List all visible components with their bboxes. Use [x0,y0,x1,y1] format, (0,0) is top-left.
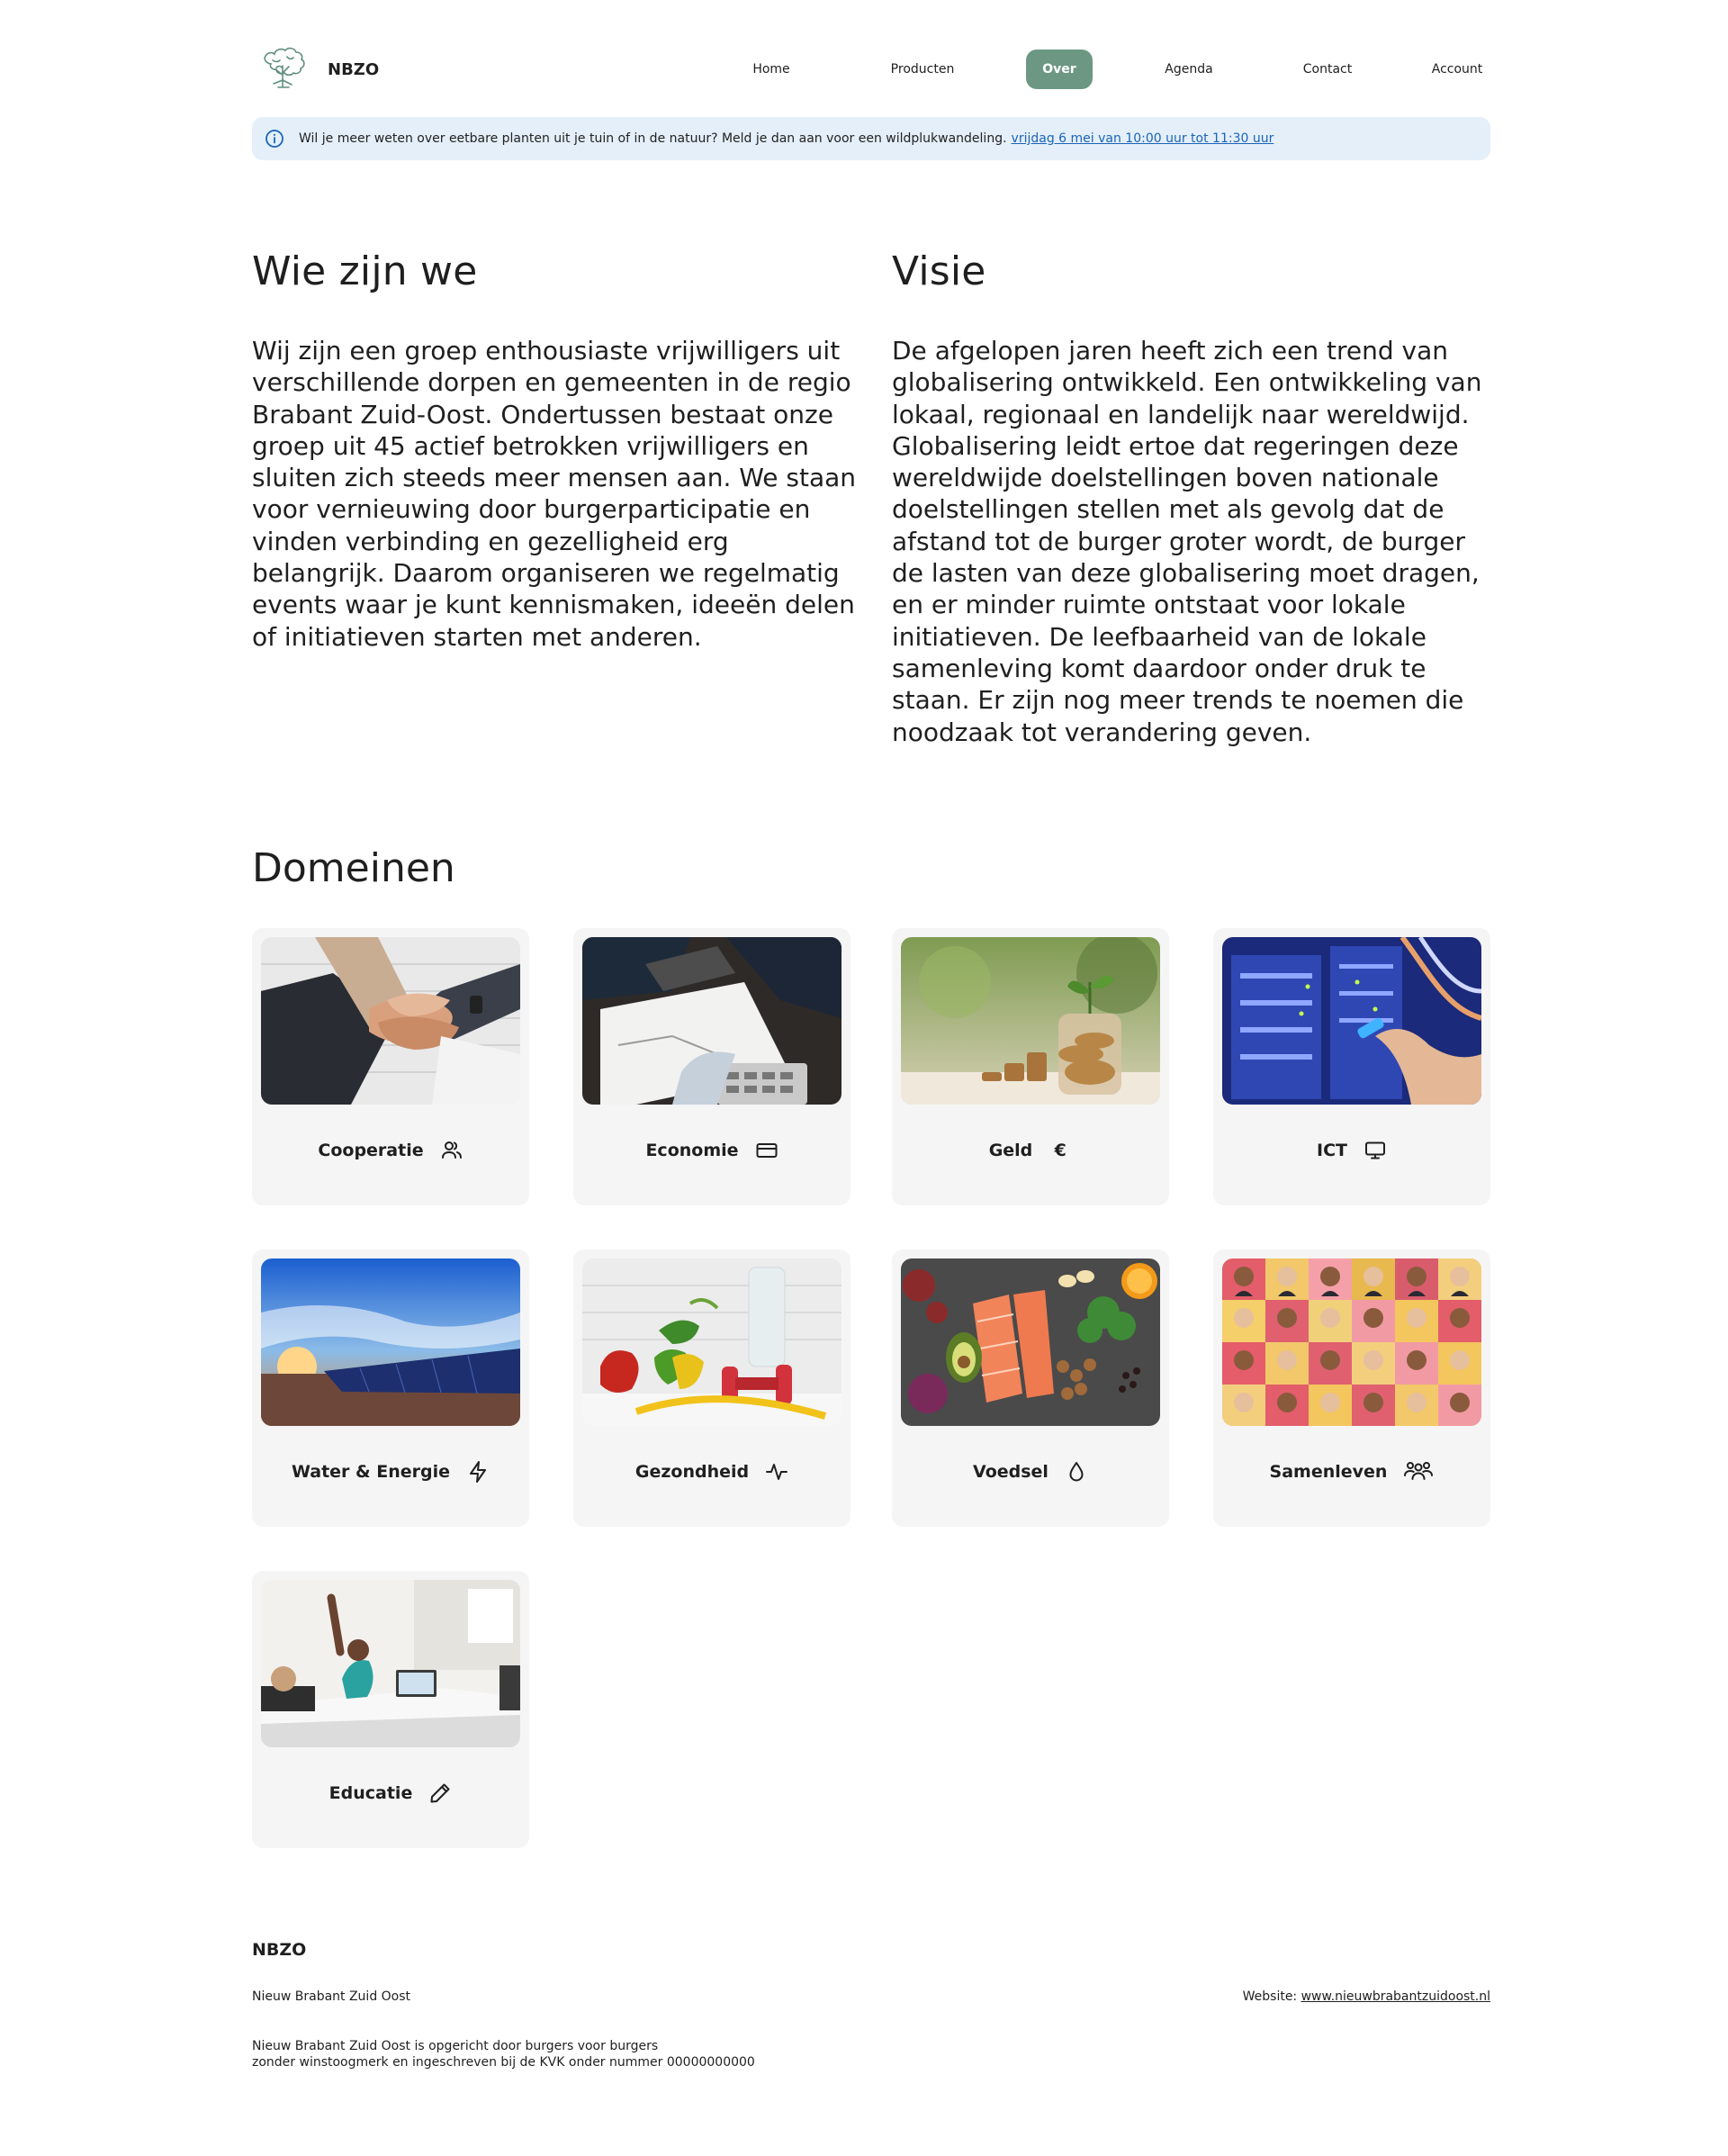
classroom-photo [261,1580,520,1747]
hands-together-photo [261,937,520,1105]
coin-jar-plant-photo [901,937,1160,1105]
domain-label-row: Economie [573,1137,850,1164]
main-nav: Home Producten Over Agenda Contact Accou… [740,47,1490,92]
nav-contact[interactable]: Contact [1294,50,1361,89]
euro-icon: € [1054,1141,1066,1160]
vision-section: Visie De afgelopen jaren heeft zich een … [892,245,1504,748]
domain-card-samenleven[interactable]: Samenleven [1213,1249,1490,1527]
droplet-icon [1065,1460,1088,1484]
nav-producten[interactable]: Producten [882,50,963,89]
banner-event-link[interactable]: vrijdag 6 mei van 10:00 uur tot 11:30 uu… [1012,131,1274,146]
domains-title: Domeinen [252,845,455,891]
info-banner: Wil je meer weten over eetbare planten u… [252,117,1490,160]
domain-label-row: Samenleven [1213,1458,1490,1485]
about-title: Wie zijn we [252,248,478,294]
vision-title: Visie [892,248,986,294]
domain-label: Cooperatie [318,1141,424,1160]
banner-text: Wil je meer weten over eetbare planten u… [299,131,1007,146]
domain-label: Samenleven [1269,1462,1388,1482]
domain-label: Gezondheid [634,1462,750,1482]
domain-card-voedsel[interactable]: Voedsel [892,1249,1169,1527]
domain-card-geld[interactable]: Geld € [892,928,1169,1205]
site-header: NBZO Home Producten Over Agenda Contact … [252,47,1490,92]
footer-description: Nieuw Brabant Zuid Oost is opgericht doo… [252,2038,810,2070]
domain-card-economie[interactable]: Economie [573,928,850,1205]
domain-label-row: Gezondheid [573,1458,850,1485]
footer-desc-line: Nieuw Brabant Zuid Oost is opgericht doo… [252,2039,659,2053]
users-icon [440,1139,464,1162]
domain-card-gezondheid[interactable]: Gezondheid [573,1249,850,1527]
about-section: Wie zijn we Wij zijn een groep enthousia… [252,245,864,653]
group-icon [1403,1460,1434,1484]
nav-account[interactable]: Account [1424,50,1490,89]
healthy-food-photo [901,1258,1160,1426]
domain-label-row: Cooperatie [252,1137,529,1164]
domain-card-educatie[interactable]: Educatie [252,1571,529,1848]
brand-name[interactable]: NBZO [328,60,379,79]
pencil-icon [428,1782,452,1805]
domain-label: Voedsel [973,1462,1048,1482]
domain-label: Educatie [328,1783,413,1803]
domain-label: Geld [988,1141,1033,1160]
domain-card-ict[interactable]: ICT [1213,928,1490,1205]
lightning-icon [466,1460,490,1484]
nav-over[interactable]: Over [1026,50,1093,89]
footer-desc-line: zonder winstoogmerk en ingeschreven bij … [252,2055,755,2070]
domain-label-row: Water & Energie [252,1458,529,1485]
footer-website-link[interactable]: www.nieuwbrabantzuidoost.nl [1301,1989,1490,2004]
desk-calculator-photo [582,937,842,1105]
vegetables-dumbbell-photo [582,1258,842,1426]
footer-website: Website: www.nieuwbrabantzuidoost.nl [1243,1989,1490,2004]
solar-panels-water-photo [261,1258,520,1426]
domain-label: ICT [1317,1141,1347,1160]
nav-home[interactable]: Home [740,50,803,89]
activity-pulse-icon [765,1460,788,1484]
tree-logo-icon[interactable] [252,46,313,93]
domain-label-row: Voedsel [892,1458,1169,1485]
faces-collage-photo [1222,1258,1481,1426]
domain-label-row: Educatie [252,1780,529,1807]
domain-label-row: ICT [1213,1137,1490,1164]
footer-subtitle: Nieuw Brabant Zuid Oost [252,1989,411,2004]
footer-website-label: Website: [1242,1989,1298,2004]
domain-label: Water & Energie [291,1462,450,1482]
about-body: Wij zijn een groep enthousiaste vrijwill… [252,336,857,652]
info-icon [266,130,284,148]
domain-label: Economie [645,1141,739,1160]
vision-body: De afgelopen jaren heeft zich een trend … [892,336,1482,747]
footer-title: NBZO [252,1940,307,1960]
nav-agenda[interactable]: Agenda [1156,50,1222,89]
credit-card-icon [755,1139,778,1162]
server-cables-photo [1222,937,1481,1105]
monitor-icon [1364,1139,1387,1162]
domain-card-cooperatie[interactable]: Cooperatie [252,928,529,1205]
domain-card-water-energie[interactable]: Water & Energie [252,1249,529,1527]
domain-label-row: Geld € [892,1137,1169,1164]
